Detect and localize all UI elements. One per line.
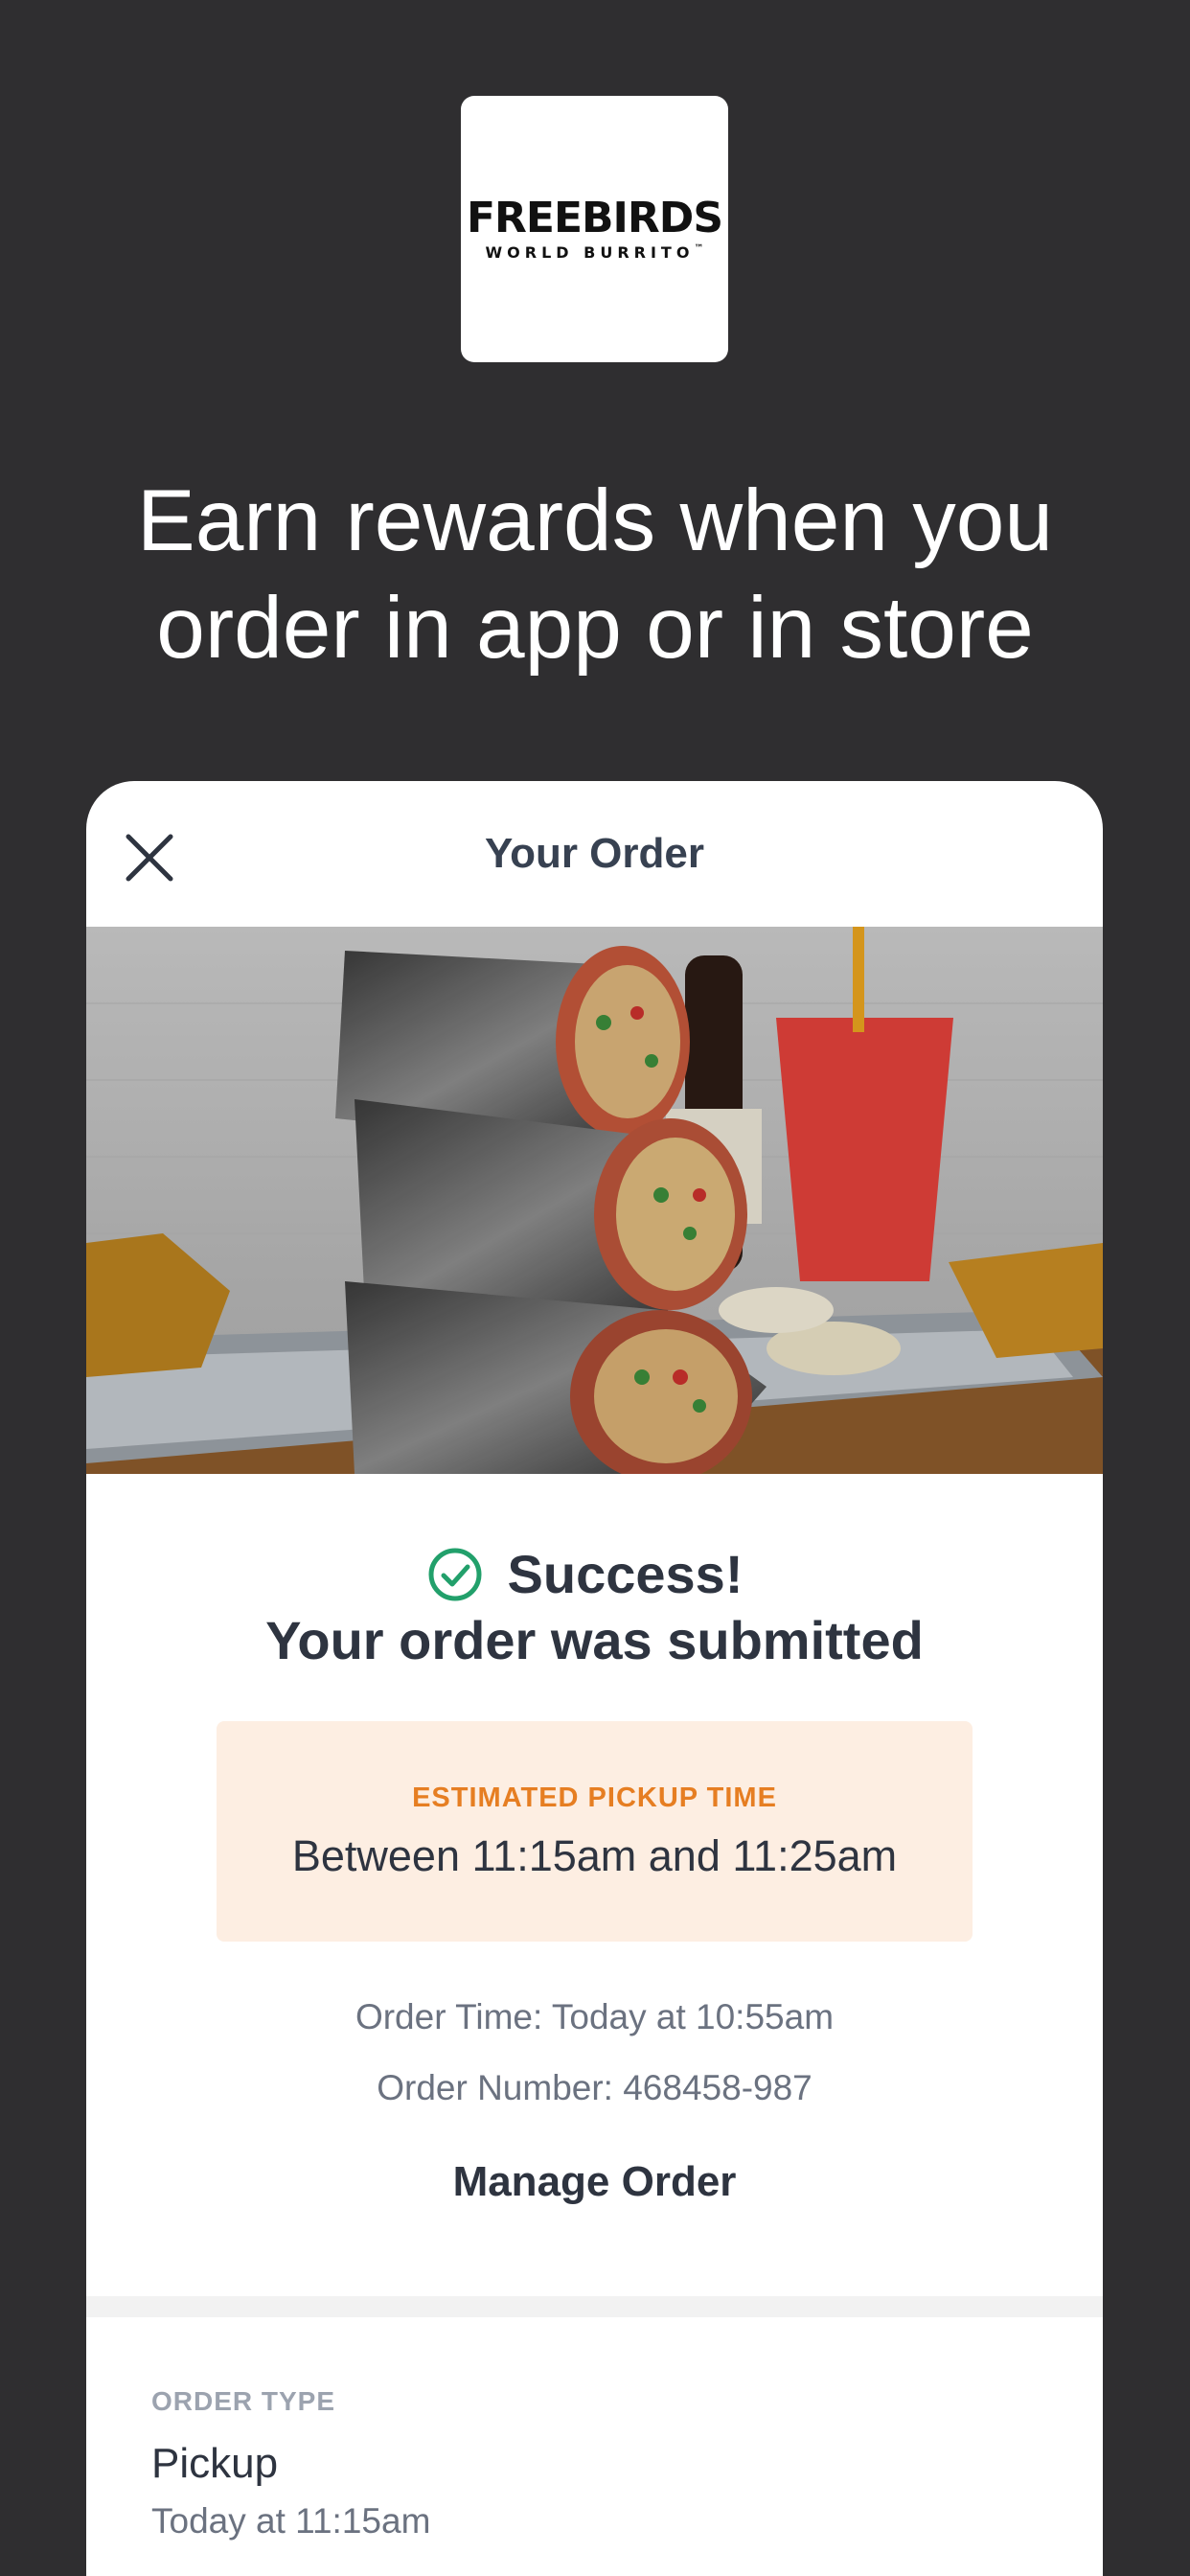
- promo-headline: Earn rewards when you order in app or in…: [57, 468, 1133, 682]
- order-confirmation-sheet: Your Order Success! Your order was submi…: [86, 781, 1103, 2576]
- pickup-window: Between 11:15am and 11:25am: [291, 1830, 898, 1880]
- order-type-time: Today at 11:15am: [151, 2501, 431, 2541]
- check-circle-icon: [428, 1548, 482, 1600]
- close-icon[interactable]: [123, 831, 176, 885]
- burrito-hero-image: [86, 927, 1103, 1474]
- estimated-pickup-card: ESTIMATED PICKUP TIME Between 11:15am an…: [217, 1721, 973, 1942]
- headline-line-1: Earn rewards when you: [137, 472, 1053, 569]
- logo-wordmark: FREEBIRDS: [466, 193, 723, 242]
- order-type-section: ORDER TYPE Pickup Today at 11:15am: [151, 2386, 430, 2542]
- sheet-title: Your Order: [484, 830, 704, 877]
- headline-line-2: order in app or in store: [156, 580, 1034, 677]
- order-details: Order Time: Today at 10:55am Order Numbe…: [86, 1982, 1103, 2124]
- order-number: Order Number: 468458-987: [377, 2068, 812, 2107]
- success-label: Success!: [507, 1544, 744, 1604]
- order-type-value: Pickup: [151, 2440, 279, 2487]
- sheet-header: Your Order: [86, 781, 1103, 927]
- order-type-label: ORDER TYPE: [151, 2386, 336, 2416]
- logo-tagline: WORLD BURRITO™: [485, 242, 704, 262]
- manage-order-button[interactable]: Manage Order: [86, 2158, 1103, 2206]
- section-divider: [86, 2296, 1103, 2317]
- order-time: Order Time: Today at 10:55am: [355, 1997, 835, 2036]
- pickup-label: ESTIMATED PICKUP TIME: [412, 1782, 777, 1813]
- app-screen: FREEBIRDS WORLD BURRITO™ Earn rewards wh…: [0, 0, 1190, 2576]
- success-status: Success!: [86, 1543, 1103, 1605]
- order-submitted-message: Your order was submitted: [265, 1610, 924, 1670]
- freebirds-logo: FREEBIRDS WORLD BURRITO™: [461, 96, 728, 362]
